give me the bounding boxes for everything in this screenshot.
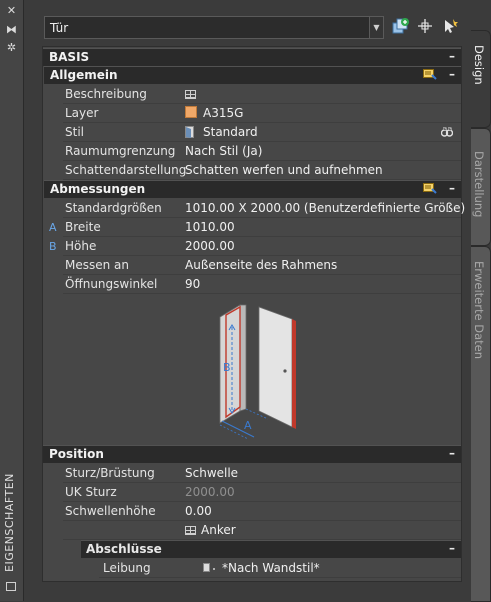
quick-properties-icon[interactable] [423,69,437,80]
prop-label: UK Sturz [65,485,117,499]
prop-label: Messen an [65,258,130,272]
section-title: Abschlüsse [86,542,162,556]
anchor-table-icon [185,526,196,535]
prop-value[interactable]: A315G [185,106,243,120]
prop-label: Höhe [65,239,97,253]
prop-value[interactable]: 0.00 [185,504,212,518]
prop-row-schwellenhoehe[interactable]: Schwellenhöhe 0.00 [63,502,461,521]
quick-properties-icon[interactable] [423,183,437,194]
prop-label: Leibung [103,561,151,575]
prop-row-standardgroessen[interactable]: Standardgrößen 1010.00 X 2000.00 (Benutz… [63,199,465,218]
palette-title: EIGENSCHAFTEN [3,473,16,572]
prop-label: Schattendarstellung [65,163,187,177]
prop-row-beschreibung[interactable]: Beschreibung [63,85,461,104]
prop-value[interactable]: Schatten werfen und aufnehmen [185,163,383,177]
section-abschluesse[interactable]: Abschlüsse – [81,540,461,558]
prop-label: Schwellenhöhe [65,504,156,518]
select-objects-icon[interactable] [416,17,434,35]
section-title: BASIS [49,50,90,64]
tab-darstellung[interactable]: Darstellung [471,128,491,246]
prop-row-stil[interactable]: Stil Standard [63,123,461,142]
prop-value[interactable]: Außenseite des Rahmens [185,258,337,272]
section-title: Abmessungen [50,182,146,196]
section-basis[interactable]: BASIS – [43,48,461,66]
object-type-value: Tür [50,21,69,35]
collapse-icon[interactable]: – [449,446,455,460]
prop-value[interactable]: 1010.00 X 2000.00 (Benutzerdefinierte Gr… [185,201,465,215]
collapse-icon[interactable]: – [449,181,455,195]
anchor-label: Anker [201,523,236,537]
prop-row-layer[interactable]: Layer A315G [63,104,461,123]
door-style-icon [185,126,194,138]
prop-row-sturz-bruestung[interactable]: Sturz/Brüstung Schwelle [63,464,461,483]
prop-value[interactable]: 1010.00 [185,220,235,234]
properties-grid: BASIS – Allgemein – Beschreibung Layer A… [42,46,465,582]
prop-value[interactable]: 90 [185,277,200,291]
prop-label: Breite [65,220,101,234]
section-position[interactable]: Position – [43,445,461,463]
tab-label: Erweiterte Daten [472,261,486,359]
palette-title-bar: ✕ ⧓ ✲ EIGENSCHAFTEN [0,0,24,601]
prop-value[interactable]: *Nach Wandstil* [203,561,320,575]
autohide-icon[interactable]: ⧓ [0,24,23,36]
section-allgemein[interactable]: Allgemein – [44,66,461,84]
tab-design[interactable]: Design [471,30,491,128]
tab-erweiterte-daten[interactable]: Erweiterte Daten [471,246,491,602]
prop-row-oeffnungswinkel[interactable]: Öffnungswinkel 90 [63,275,461,294]
door-dimension-diagram: B A [219,304,296,439]
quick-select-icon[interactable] [441,17,459,35]
prop-value[interactable] [185,87,196,101]
diagram-label-a: A [244,419,252,432]
prop-label: Stil [65,125,84,139]
diagram-label-b: B [223,361,231,374]
prop-label: Sturz/Brüstung [65,466,155,480]
chevron-down-icon[interactable]: ▼ [369,17,383,38]
prop-value[interactable]: Standard [185,125,258,139]
prop-value[interactable]: Nach Stil (Ja) [185,144,262,158]
add-selection-icon[interactable] [391,17,409,35]
prop-row-hoehe[interactable]: Höhe 2000.00 [63,237,461,256]
prop-value[interactable]: 2000.00 [185,239,235,253]
leibung-value: *Nach Wandstil* [222,561,320,575]
properties-palette: Tür ▼ BASIS – Allgemein – Beschreibung L… [24,0,470,601]
prop-label: Raumumgrenzung [65,144,176,158]
prop-label: Beschreibung [65,87,147,101]
prop-row-leibung[interactable]: Leibung *Nach Wandstil* [99,559,461,578]
dimension-marker-a: A [49,221,57,234]
prop-row-uk-sturz[interactable]: UK Sturz 2000.00 [63,483,461,502]
layer-color-icon [185,106,197,118]
description-editor-icon[interactable] [185,90,196,99]
palette-menu-icon[interactable] [6,582,16,591]
layer-value: A315G [203,106,244,120]
prop-row-raumumgrenzung[interactable]: Raumumgrenzung Nach Stil (Ja) [63,142,461,161]
wall-style-icon [203,563,215,572]
prop-row-breite[interactable]: Breite 1010.00 [63,218,461,237]
style-browser-icon[interactable] [441,126,453,138]
prop-row-schattendarstellung[interactable]: Schattendarstellung Schatten werfen und … [63,161,461,180]
prop-label: Standardgrößen [65,201,162,215]
settings-icon[interactable]: ✲ [0,42,23,54]
object-type-dropdown[interactable]: Tür ▼ [44,16,384,39]
prop-value: 2000.00 [185,485,235,499]
prop-label: Öffnungswinkel [65,277,158,291]
style-value: Standard [203,125,258,139]
section-title: Allgemein [50,68,118,82]
section-abmessungen[interactable]: Abmessungen – [44,180,461,198]
dimension-marker-b: B [49,240,57,253]
section-title: Position [49,447,104,461]
collapse-icon[interactable]: – [449,49,455,63]
prop-label: Layer [65,106,99,120]
prop-value[interactable]: Schwelle [185,466,238,480]
prop-row-messen-an[interactable]: Messen an Außenseite des Rahmens [63,256,461,275]
collapse-icon[interactable]: – [449,67,455,81]
prop-row-anker[interactable]: Anker [63,521,461,540]
collapse-icon[interactable]: – [449,541,455,555]
anchor-button[interactable]: Anker [185,523,236,537]
close-icon[interactable]: ✕ [0,5,23,17]
